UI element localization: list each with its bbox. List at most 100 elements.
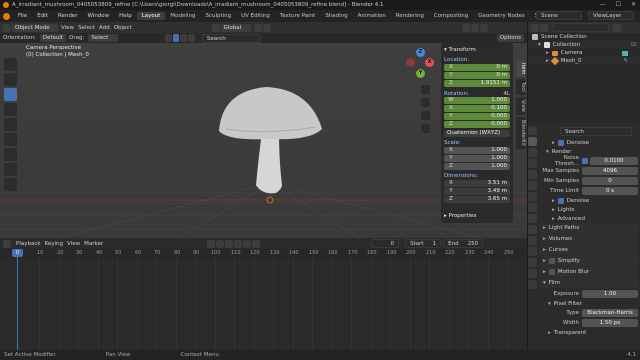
visibility-icon[interactable] (188, 34, 195, 42)
min-samples-field[interactable]: 0 (582, 176, 638, 185)
gizmo-neg-x-axis[interactable] (406, 58, 415, 67)
transparent-header[interactable]: ▸ Transparent (540, 328, 638, 337)
scene-collection-row[interactable]: Scene Collection (528, 33, 640, 41)
tab-sculpting[interactable]: Sculpting (200, 12, 236, 20)
select-box-icon[interactable] (4, 58, 17, 71)
tab-layout[interactable]: Layout (136, 12, 166, 20)
tab-view[interactable]: View (516, 97, 526, 115)
tab-item[interactable]: Item (516, 60, 526, 78)
time-limit-field[interactable]: 0 s (582, 186, 638, 195)
tool-search-input[interactable]: Search (201, 33, 261, 43)
menu-add[interactable]: Add (99, 25, 110, 31)
viewport-shading-solid-icon[interactable] (461, 23, 470, 32)
tab-blenderkit[interactable]: BlenderKit (516, 116, 526, 149)
gizmo-y-axis[interactable]: Y (416, 69, 425, 78)
record-icon[interactable] (207, 239, 216, 248)
rotation-x-field[interactable]: X 0.100 (444, 105, 510, 112)
rotation-lock-label[interactable]: 4L (503, 91, 510, 97)
timeline-ruler[interactable]: 0 10 20 30 40 50 60 70 80 90 100 110 120… (0, 249, 527, 258)
rotation-z-field[interactable]: Z 0.000 (444, 121, 510, 128)
camera-row[interactable]: ▸ Camera (528, 49, 640, 57)
max-samples-field[interactable]: 4096 (582, 166, 638, 175)
pan-hand-icon[interactable] (421, 98, 430, 107)
location-y-field[interactable]: Y0 m (444, 72, 510, 79)
mode-selector[interactable]: Object Mode (12, 23, 58, 32)
volumes-panel[interactable]: ▸ Volumes (540, 234, 638, 244)
menu-marker[interactable]: Marker (84, 241, 103, 247)
denoise-top-row[interactable]: ▸ Denoise (540, 138, 638, 147)
scene-selector[interactable]: Scene (536, 11, 582, 20)
blender-menu-icon[interactable] (3, 12, 10, 20)
material-tab-icon[interactable] (528, 269, 537, 278)
viewport-shading-rendered-icon[interactable] (479, 23, 488, 32)
transform-icon[interactable] (4, 133, 17, 146)
viewport-shading-material-icon[interactable] (470, 23, 479, 32)
dimensions-y-field[interactable]: Y 3.49 m (444, 188, 510, 195)
play-icon[interactable] (234, 239, 243, 248)
tab-compositing[interactable]: Compositing (429, 12, 473, 20)
gizmo-icon[interactable] (180, 34, 188, 42)
tab-animation[interactable]: Animation (353, 12, 391, 20)
particles-tab-icon[interactable] (528, 225, 537, 234)
rotation-mode-selector[interactable]: Quaternion (WXYZ) (444, 130, 510, 137)
world-tab-icon[interactable] (528, 181, 537, 190)
dimensions-z-field[interactable]: Z 3.65 m (444, 196, 510, 203)
minimize-button[interactable]: — (600, 1, 606, 8)
physics-tab-icon[interactable] (528, 236, 537, 245)
drag-selector[interactable]: Select Box (88, 34, 118, 49)
location-z-field[interactable]: Z 1.9151 m (444, 80, 510, 87)
advanced-row[interactable]: ▸ Advanced (540, 214, 638, 223)
simplify-panel[interactable]: ▸ Simplify (540, 256, 638, 266)
current-frame-field[interactable]: 0 (371, 239, 400, 248)
timeline-editor-icon[interactable] (3, 239, 11, 248)
dimensions-x-field[interactable]: X 3.51 m (444, 180, 510, 187)
filter-icon[interactable] (613, 23, 621, 32)
navigation-gizmo[interactable]: X Z Y (405, 47, 437, 79)
data-tab-icon[interactable] (528, 258, 537, 267)
proportional-edit-icon[interactable] (262, 23, 271, 32)
annotate-icon[interactable] (4, 148, 17, 161)
filter-width-field[interactable]: 1.50 px (582, 318, 638, 327)
menu-playback[interactable]: Playback (16, 241, 41, 247)
tool-tab-icon[interactable] (528, 126, 537, 135)
jump-start-icon[interactable] (216, 239, 225, 248)
cursor-icon[interactable] (4, 73, 17, 86)
tab-tool[interactable]: Tool (516, 79, 526, 96)
transform-header[interactable]: ▾ Transform (444, 45, 510, 54)
measure-icon[interactable] (4, 163, 17, 176)
rotate-icon[interactable] (4, 103, 17, 116)
view-layer-selector[interactable]: ViewLayer (588, 11, 634, 20)
menu-keying[interactable]: Keying (45, 241, 63, 247)
noise-threshold-field[interactable]: 0.0100 (590, 156, 638, 165)
scene-tab-icon[interactable] (528, 170, 537, 179)
playhead-line[interactable] (17, 249, 18, 350)
end-frame-field[interactable]: End 250 (443, 239, 484, 248)
curves-panel[interactable]: ▸ Curves (540, 245, 638, 255)
light-paths-panel[interactable]: ▸ Light Paths (540, 223, 638, 233)
modifier-tab-icon[interactable] (528, 214, 537, 223)
rotation-w-field[interactable]: W 1.000 (444, 97, 510, 104)
motion-blur-panel[interactable]: ▸ Motion Blur (540, 267, 638, 277)
tab-geometry-nodes[interactable]: Geometry Nodes (473, 12, 529, 20)
tab-rendering[interactable]: Rendering (391, 12, 429, 20)
maximize-button[interactable]: ☐ (616, 1, 621, 8)
playhead-frame-indicator[interactable]: 0 (12, 249, 23, 257)
timeline-body[interactable] (0, 258, 527, 350)
location-x-field[interactable]: X0 m (444, 64, 510, 71)
filter-type-selector[interactable]: Blackman-Harris (582, 308, 638, 317)
camera-data-icon[interactable] (622, 50, 628, 56)
grid-perspective-icon[interactable] (421, 124, 430, 133)
exposure-field[interactable]: 1.00 (582, 289, 638, 298)
menu-help[interactable]: Help (114, 13, 137, 19)
jump-end-icon[interactable] (252, 239, 261, 248)
lights-row[interactable]: ▸ Lights (540, 205, 638, 214)
render-tab-icon[interactable] (528, 137, 537, 146)
output-tab-icon[interactable] (528, 148, 537, 157)
menu-view[interactable]: View (61, 25, 74, 31)
film-panel[interactable]: ▾ Film (540, 278, 638, 288)
editor-type-icon[interactable] (3, 23, 11, 32)
start-frame-field[interactable]: Start 1 (405, 239, 442, 248)
menu-view-timeline[interactable]: View (67, 241, 80, 247)
add-cube-icon[interactable] (4, 178, 17, 191)
denoise-row[interactable]: ▸ Denoise (540, 196, 638, 205)
